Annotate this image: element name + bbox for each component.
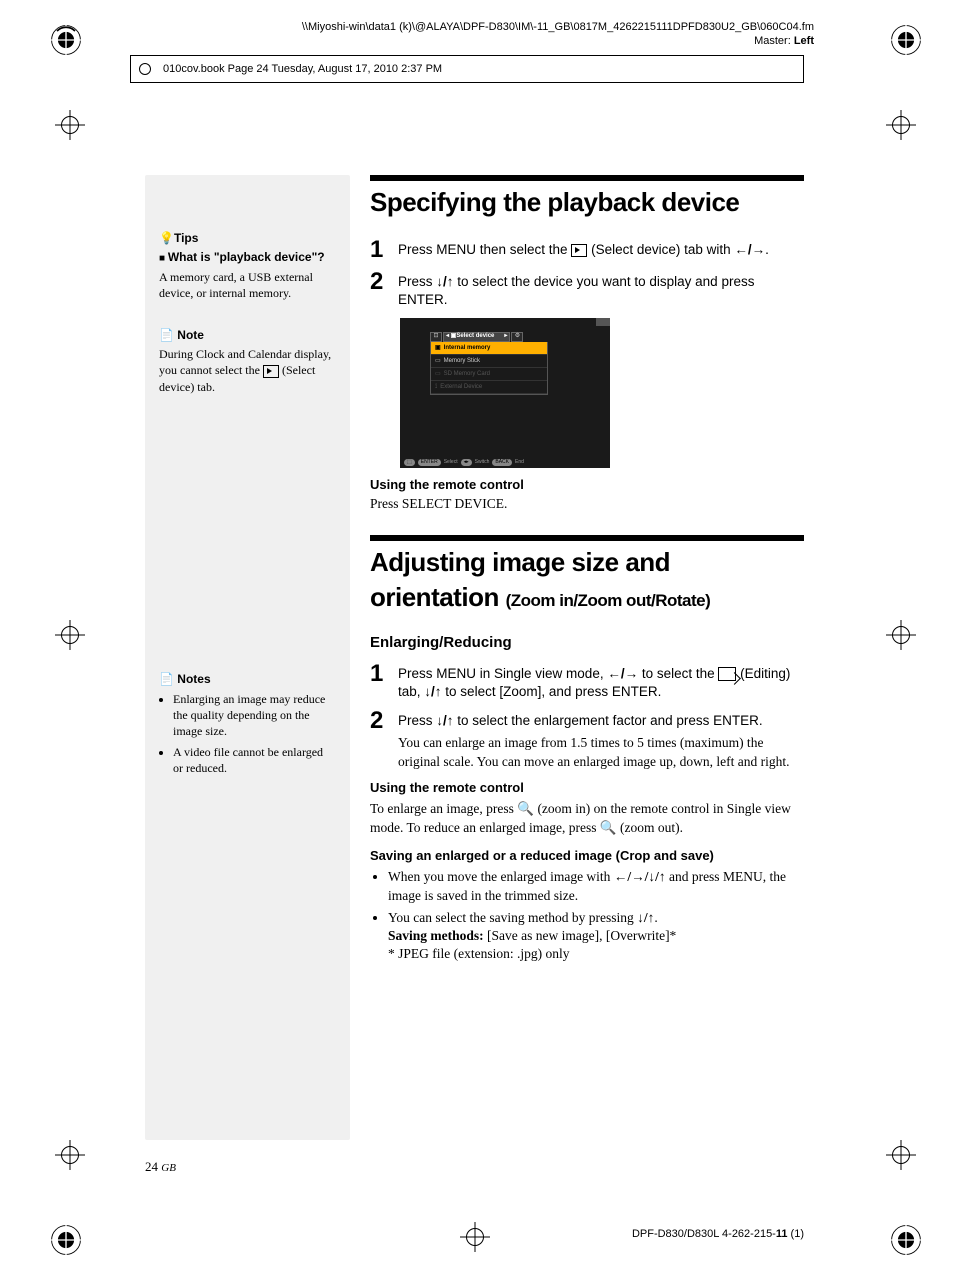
remote-body: Press SELECT DEVICE. <box>370 495 804 513</box>
step-number: 2 <box>370 270 398 309</box>
section-rule <box>370 535 804 541</box>
crosshair-icon <box>886 620 916 650</box>
saving-methods-value: [Save as new image], [Overwrite]* <box>484 928 677 943</box>
remote-heading: Using the remote control <box>370 476 804 494</box>
save-item: You can select the saving method by pres… <box>388 909 804 964</box>
device-item-disabled: ⟟ External Device <box>431 381 547 394</box>
remote-heading: Using the remote control <box>370 779 804 797</box>
save-footnote: * JPEG file (extension: .jpg) only <box>388 946 569 961</box>
section-title: Specifying the playback device <box>370 185 804 220</box>
step-number: 1 <box>370 662 398 701</box>
tab-settings-icon: ⚙ <box>511 332 523 342</box>
select-device-icon <box>571 244 587 257</box>
step-text: Press MENU then select the (Select devic… <box>398 238 769 262</box>
crosshair-icon <box>460 1222 490 1252</box>
step-number: 2 <box>370 709 398 771</box>
section-rule <box>370 175 804 181</box>
main-content: Specifying the playback device 1 Press M… <box>350 175 804 1140</box>
section-title: Adjusting image size and orientation (Zo… <box>370 545 804 615</box>
tab-select-device: ◂ ▣ Select device ▸ <box>443 332 510 342</box>
registration-mark-icon <box>888 22 924 58</box>
registration-mark-icon <box>888 1222 924 1258</box>
note-icon: 📄 <box>159 672 177 686</box>
page-number: 24 GB <box>145 1159 176 1175</box>
device-item-selected: ▣ Internal memory <box>431 342 547 355</box>
device-item-disabled: ▭ SD Memory Card <box>431 368 547 381</box>
remote-body: To enlarge an image, press 🔍 (zoom in) o… <box>370 800 804 836</box>
tab-slideshow-icon: ⊡ <box>430 332 442 342</box>
notes-list: Enlarging an image may reduce the qualit… <box>159 691 336 776</box>
tips-body: A memory card, a USB external device, or… <box>159 269 336 301</box>
master-side: Master: Left <box>302 34 814 48</box>
device-screenshot: ⊡ ◂ ▣ Select device ▸ ⚙ ▣ Internal memor… <box>400 318 610 468</box>
save-item: When you move the enlarged image with ←/… <box>388 868 804 904</box>
step-text: Press MENU in Single view mode, ←/→ to s… <box>398 662 804 701</box>
saving-methods-label: Saving methods: <box>388 928 484 943</box>
select-device-icon <box>263 365 279 378</box>
down-up-arrow-icon: ↓/↑ <box>436 274 453 289</box>
tips-heading: 💡Tips <box>159 230 336 246</box>
down-up-arrow-icon: ↓/↑ <box>637 910 654 925</box>
bulb-icon: 💡 <box>159 230 174 246</box>
editing-tab-icon <box>718 667 736 681</box>
tips-subheading: What is "playback device"? <box>159 249 336 266</box>
subsection-title: Enlarging/Reducing <box>370 633 804 653</box>
crosshair-icon <box>55 110 85 140</box>
book-info-box: 010cov.book Page 24 Tuesday, August 17, … <box>130 55 804 83</box>
note-item: A video file cannot be enlarged or reduc… <box>173 744 336 776</box>
binder-hole-icon <box>139 63 151 75</box>
sidebar: 💡Tips What is "playback device"? A memor… <box>145 175 350 1140</box>
step-number: 1 <box>370 238 398 262</box>
header-path: \\Miyoshi-win\data1 (k)\@ALAYA\DPF-D830\… <box>302 20 814 49</box>
device-item: ▭ Memory Stick <box>431 355 547 368</box>
left-right-arrow-icon: ←/→ <box>607 666 638 681</box>
file-path: \\Miyoshi-win\data1 (k)\@ALAYA\DPF-D830\… <box>302 20 814 34</box>
book-info-text: 010cov.book Page 24 Tuesday, August 17, … <box>163 63 442 75</box>
step-1: 1 Press MENU in Single view mode, ←/→ to… <box>370 662 804 701</box>
note-body: During Clock and Calendar display, you c… <box>159 346 336 395</box>
registration-mark-icon <box>48 22 84 58</box>
notes-heading: 📄 Notes <box>159 671 336 687</box>
crosshair-icon <box>55 620 85 650</box>
save-list: When you move the enlarged image with ←/… <box>370 868 804 963</box>
step-1: 1 Press MENU then select the (Select dev… <box>370 238 804 262</box>
note-icon: 📄 <box>159 328 177 342</box>
screenshot-footer: ⬚ENTERSelect ◂▸Switch BACKEnd <box>404 459 606 466</box>
crosshair-icon <box>886 110 916 140</box>
four-way-arrow-icon: ←/→/↓/↑ <box>614 869 666 884</box>
left-right-arrow-icon: ←/→ <box>734 242 765 257</box>
step-2: 2 Press ↓/↑ to select the enlargement fa… <box>370 709 804 771</box>
note-heading: 📄 Note <box>159 327 336 343</box>
note-item: Enlarging an image may reduce the qualit… <box>173 691 336 740</box>
step-detail: You can enlarge an image from 1.5 times … <box>398 734 804 770</box>
step-text: Press ↓/↑ to select the device you want … <box>398 270 804 309</box>
down-up-arrow-icon: ↓/↑ <box>436 713 453 728</box>
step-text: Press ↓/↑ to select the enlargement fact… <box>398 709 804 771</box>
doc-id: DPF-D830/D830L 4-262-215-11 (1) <box>632 1228 804 1240</box>
crosshair-icon <box>886 1140 916 1170</box>
save-heading: Saving an enlarged or a reduced image (C… <box>370 847 804 865</box>
registration-mark-icon <box>48 1222 84 1258</box>
step-2: 2 Press ↓/↑ to select the device you wan… <box>370 270 804 309</box>
crosshair-icon <box>55 1140 85 1170</box>
down-up-arrow-icon: ↓/↑ <box>424 684 441 699</box>
